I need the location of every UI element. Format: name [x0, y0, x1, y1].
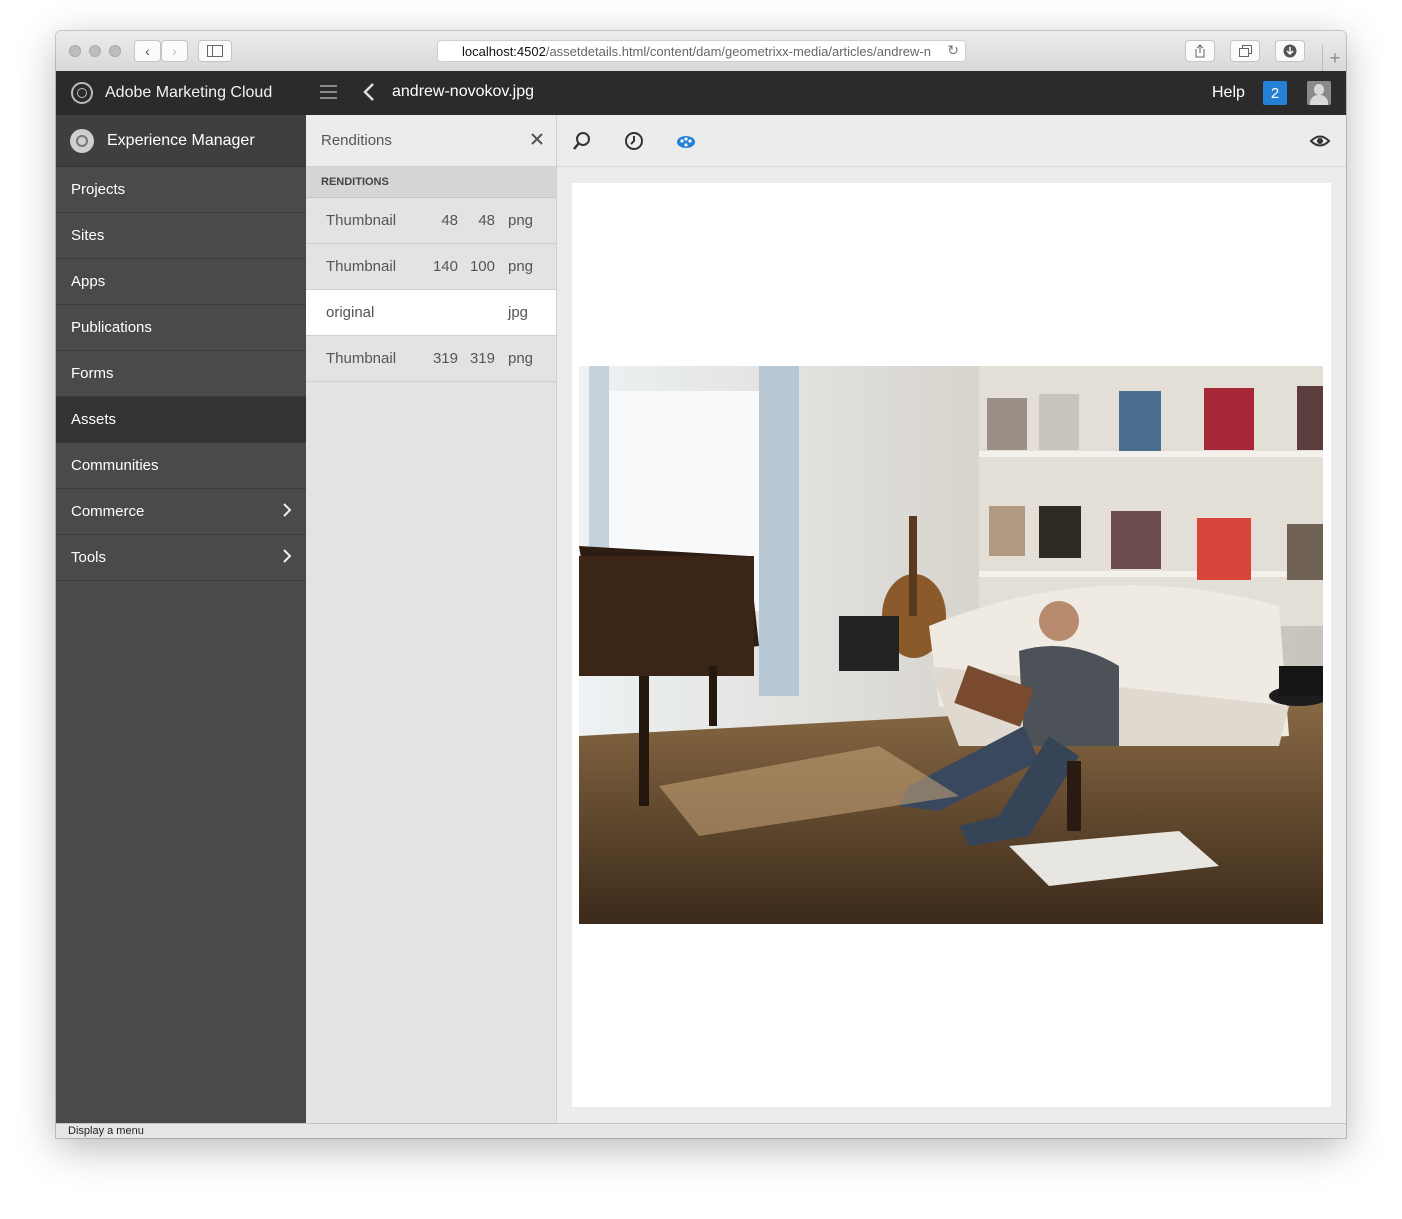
app-header: Adobe Marketing Cloud andrew-novokov.jpg…: [56, 71, 1346, 115]
sidebar-item-label: Tools: [71, 549, 107, 566]
browser-window: ‹ › localhost:4502/assetdetails.html/con…: [56, 31, 1346, 1138]
sidebar-item-label: Projects: [71, 181, 126, 198]
sidebar: Experience Manager Projects Sites Apps P…: [56, 115, 306, 1123]
timeline-icon[interactable]: [623, 130, 645, 152]
sidebar-item-label: Sites: [71, 227, 105, 244]
rendition-height: 319: [469, 350, 495, 367]
share-button[interactable]: [1185, 40, 1215, 62]
experience-manager-logo-icon: [70, 128, 94, 153]
avatar[interactable]: [1307, 81, 1331, 105]
chevron-right-icon: ›: [172, 43, 177, 59]
url-path: /assetdetails.html/content/dam/geometrix…: [545, 43, 931, 59]
notification-badge[interactable]: 2: [1263, 81, 1287, 105]
room-photo: [579, 366, 1323, 924]
renditions-section-header: RENDITIONS: [306, 167, 556, 198]
sidebar-item-label: Forms: [71, 365, 114, 382]
minimize-window-button[interactable]: [89, 45, 101, 57]
rendition-row-selected[interactable]: original jpg: [306, 290, 556, 336]
sidebar-item-label: Apps: [71, 273, 106, 290]
sidebar-item-publications[interactable]: Publications: [56, 305, 306, 351]
sidebar-item-sites[interactable]: Sites: [56, 213, 306, 259]
tabs-icon: [1238, 45, 1252, 57]
rendition-format: jpg: [508, 304, 529, 321]
rendition-height: 48: [478, 212, 495, 229]
palette-icon[interactable]: [675, 130, 697, 152]
rendition-name: Thumbnail: [326, 350, 397, 367]
rendition-width: 140: [432, 258, 458, 275]
renditions-panel: Renditions RENDITIONS Thumbnail 48 48 pn…: [306, 115, 557, 1123]
sidebar-item-communities[interactable]: Communities: [56, 443, 306, 489]
asset-image[interactable]: [579, 366, 1323, 924]
download-icon: [1283, 44, 1297, 58]
asset-preview-area: [557, 115, 1346, 1123]
brand[interactable]: Adobe Marketing Cloud: [56, 71, 306, 115]
chevron-left-icon: ‹: [145, 43, 150, 59]
rendition-height: 100: [469, 258, 495, 275]
rendition-row[interactable]: Thumbnail 48 48 png: [306, 198, 556, 244]
chevron-right-icon: [282, 502, 292, 523]
rendition-name: Thumbnail: [326, 212, 397, 229]
new-tab-button[interactable]: +: [1322, 45, 1346, 71]
eye-icon[interactable]: [1309, 130, 1331, 152]
sidebar-item-label: Commerce: [71, 503, 145, 520]
sidebar-item-commerce[interactable]: Commerce: [56, 489, 306, 535]
downloads-button[interactable]: [1275, 40, 1305, 62]
rendition-format: png: [508, 258, 534, 275]
rendition-width: 48: [441, 212, 458, 229]
sidebar-item-assets[interactable]: Assets: [56, 397, 306, 443]
renditions-panel-header: Renditions: [306, 115, 556, 167]
rendition-name: Thumbnail: [326, 258, 397, 275]
address-bar[interactable]: localhost:4502/assetdetails.html/content…: [437, 40, 966, 62]
rendition-row[interactable]: Thumbnail 319 319 png: [306, 336, 556, 382]
close-icon[interactable]: [531, 129, 543, 150]
chevron-right-icon: [282, 548, 292, 569]
tabs-overview-button[interactable]: [1230, 40, 1260, 62]
marketing-cloud-logo-icon: [71, 82, 93, 104]
sidebar-item-label: Communities: [71, 457, 159, 474]
zoom-window-button[interactable]: [109, 45, 121, 57]
sidebar-toggle-button[interactable]: [198, 40, 232, 62]
rendition-format: png: [508, 212, 534, 229]
close-window-button[interactable]: [69, 45, 81, 57]
status-bar: Display a menu: [56, 1123, 1346, 1138]
help-link[interactable]: Help: [1212, 84, 1245, 102]
rendition-row[interactable]: Thumbnail 140 100 png: [306, 244, 556, 290]
sidebar-item-forms[interactable]: Forms: [56, 351, 306, 397]
sidebar-item-projects[interactable]: Projects: [56, 167, 306, 213]
browser-forward-button[interactable]: ›: [161, 40, 188, 62]
sidebar-item-label: Publications: [71, 319, 152, 336]
rendition-format: png: [508, 350, 534, 367]
plus-icon: +: [1329, 47, 1341, 68]
asset-title: andrew-novokov.jpg: [392, 83, 535, 100]
rendition-name: original: [326, 304, 375, 321]
sidebar-item-apps[interactable]: Apps: [56, 259, 306, 305]
renditions-panel-title: Renditions: [321, 132, 392, 149]
url-host: localhost:4502: [462, 43, 546, 59]
sidebar-header[interactable]: Experience Manager: [56, 115, 306, 167]
image-canvas: [572, 183, 1331, 1107]
search-icon[interactable]: [571, 130, 593, 152]
brand-label: Adobe Marketing Cloud: [105, 84, 273, 101]
reload-icon[interactable]: ↻: [947, 42, 959, 59]
asset-toolbar: [557, 115, 1346, 167]
browser-titlebar: ‹ › localhost:4502/assetdetails.html/con…: [56, 31, 1346, 72]
rendition-width: 319: [432, 350, 458, 367]
hamburger-menu-icon[interactable]: [320, 85, 337, 99]
browser-back-button[interactable]: ‹: [134, 40, 161, 62]
back-chevron-icon[interactable]: [362, 81, 376, 109]
sidebar-icon: [207, 45, 223, 57]
share-icon: [1195, 44, 1205, 58]
sidebar-item-label: Assets: [71, 411, 117, 428]
sidebar-item-tools[interactable]: Tools: [56, 535, 306, 581]
sidebar-title: Experience Manager: [107, 131, 255, 149]
